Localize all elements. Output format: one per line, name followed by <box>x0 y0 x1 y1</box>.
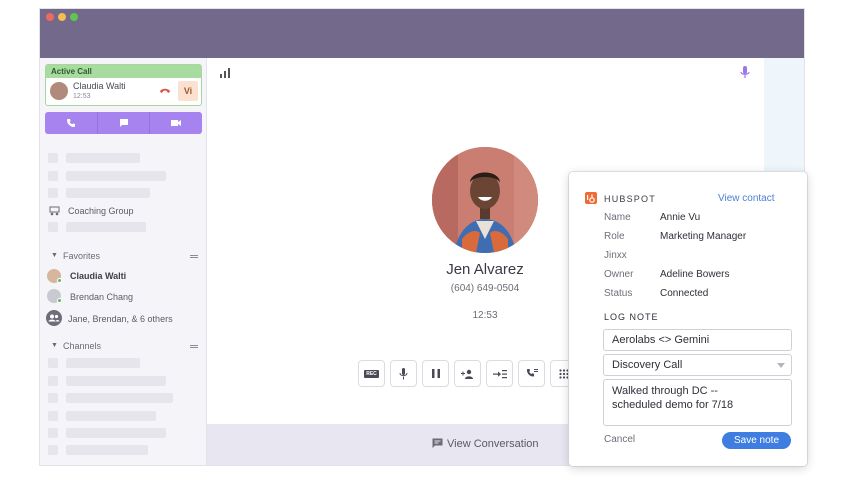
phone-icon <box>66 119 75 127</box>
call-type-select[interactable]: Discovery Call <box>603 354 792 376</box>
note-subject-input[interactable]: Aerolabs <> Gemini <box>603 329 792 351</box>
caller-name: Jen Alvarez <box>446 261 524 278</box>
video-icon <box>171 120 182 126</box>
hang-up-icon[interactable] <box>159 86 171 96</box>
field-value-name: Annie Vu <box>660 212 701 223</box>
field-value-role: Marketing Manager <box>660 231 747 242</box>
chat-icon <box>119 119 128 127</box>
sidebar: Active Call Claudia Walti 12:53 Vi Coach… <box>40 58 207 465</box>
call-action-bar <box>45 112 202 134</box>
dialpad-icon <box>558 368 569 379</box>
caller-phone: (604) 649-0504 <box>450 283 520 294</box>
maximize-window-button[interactable] <box>70 13 78 21</box>
channels-menu-icon[interactable] <box>190 345 198 348</box>
record-button[interactable]: REC <box>358 360 385 387</box>
favorite-item-brendan[interactable]: Brendan Chang <box>70 292 133 302</box>
call-list-button[interactable] <box>518 360 545 387</box>
channels-heading: Channels <box>63 341 102 351</box>
log-note-heading: LOG NOTE <box>604 312 659 322</box>
add-participant-button[interactable] <box>454 360 481 387</box>
microphone-icon <box>399 367 408 379</box>
record-icon: REC <box>364 369 379 378</box>
active-call-row: Claudia Walti 12:53 Vi <box>46 78 201 105</box>
transfer-icon <box>492 369 507 378</box>
stage: Active Call Claudia Walti 12:53 Vi Coach… <box>0 0 850 478</box>
favorite-item-group[interactable]: Jane, Brendan, & 6 others <box>68 314 173 324</box>
microphone-icon[interactable] <box>740 66 750 79</box>
active-call-name: Claudia Walti <box>73 81 126 91</box>
favorites-menu-icon[interactable] <box>190 255 198 258</box>
field-label-owner: Owner <box>604 269 634 280</box>
view-contact-link[interactable]: View contact <box>718 193 775 204</box>
call-timer: 12:53 <box>472 310 498 321</box>
mute-button[interactable] <box>390 360 417 387</box>
call-button[interactable] <box>45 112 98 134</box>
field-value-status: Connected <box>660 288 709 299</box>
field-value-owner: Adeline Bowers <box>660 269 730 280</box>
title-bar <box>40 9 804 58</box>
minimize-window-button[interactable] <box>58 13 66 21</box>
field-label-jinxx: Jinxx <box>604 250 627 261</box>
phone-list-icon <box>526 368 538 376</box>
hubspot-logo-icon <box>585 192 597 204</box>
video-button[interactable] <box>150 112 202 134</box>
participant-badge: Vi <box>178 81 198 101</box>
field-label-status: Status <box>604 288 633 299</box>
group-icon <box>46 310 62 326</box>
chevron-down-icon <box>777 363 785 368</box>
pause-icon <box>431 369 440 378</box>
favorites-collapse-icon[interactable]: ▼ <box>51 252 58 259</box>
signal-strength-icon <box>220 68 230 78</box>
cancel-button[interactable]: Cancel <box>604 434 635 445</box>
conversation-icon <box>432 438 443 448</box>
favorite-item-claudia[interactable]: Claudia Walti <box>70 271 126 281</box>
save-note-button[interactable]: Save note <box>722 432 791 449</box>
transfer-button[interactable] <box>486 360 513 387</box>
coaching-group-item[interactable]: Coaching Group <box>68 206 134 216</box>
close-window-button[interactable] <box>46 13 54 21</box>
active-call-header: Active Call <box>46 65 201 78</box>
coaching-group-icon <box>49 206 60 216</box>
add-person-icon <box>461 369 473 379</box>
field-label-role: Role <box>604 231 625 242</box>
hubspot-card: HUBSPOT View contact Name Annie Vu Role … <box>569 172 807 466</box>
online-status-icon <box>57 278 62 283</box>
field-label-name: Name <box>604 212 631 223</box>
favorites-heading: Favorites <box>63 251 101 261</box>
active-call-duration: 12:53 <box>73 93 91 100</box>
note-body-textarea[interactable]: Walked through DC -- scheduled demo for … <box>603 379 792 426</box>
hold-button[interactable] <box>422 360 449 387</box>
online-status-icon <box>57 298 62 303</box>
caller-photo <box>432 147 538 253</box>
view-conversation-label: View Conversation <box>447 438 539 450</box>
channels-collapse-icon[interactable]: ▼ <box>51 342 58 349</box>
message-button[interactable] <box>98 112 151 134</box>
hubspot-brand: HUBSPOT <box>604 194 656 204</box>
active-call-avatar <box>50 82 68 100</box>
call-type-value: Discovery Call <box>612 359 683 371</box>
active-call-card[interactable]: Active Call Claudia Walti 12:53 Vi <box>45 64 202 106</box>
